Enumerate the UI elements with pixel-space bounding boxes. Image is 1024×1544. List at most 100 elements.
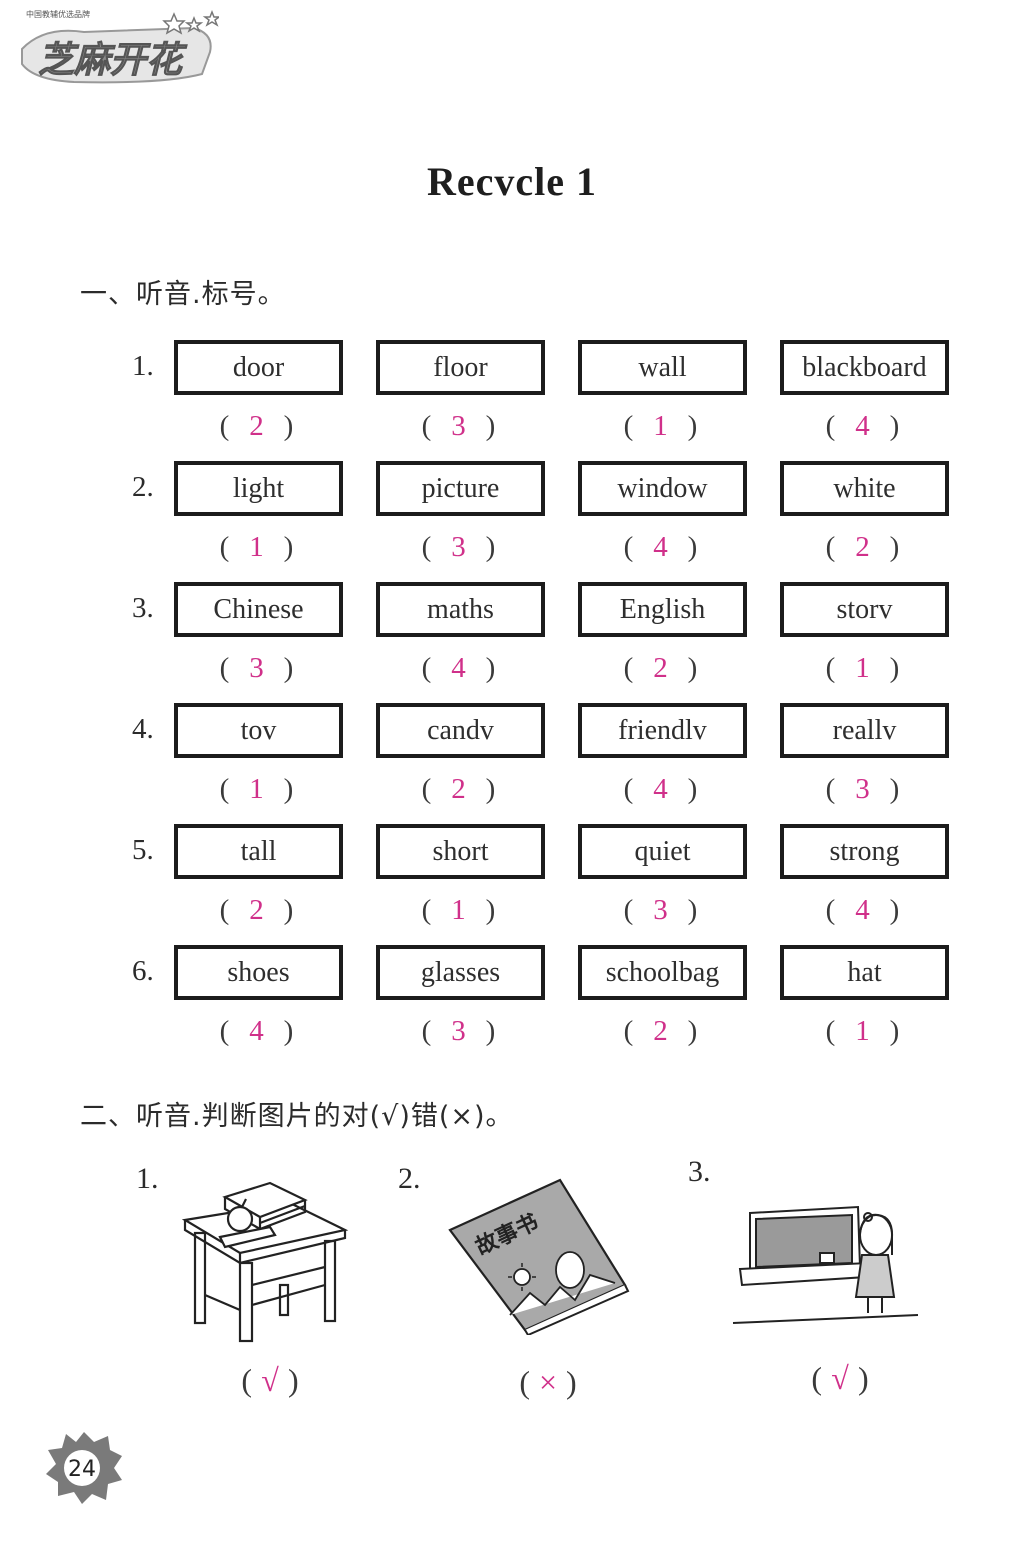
answer-number: 1 [249,773,264,805]
paren-open: ( [623,410,634,442]
answer-blank: (4) [778,894,947,927]
paren-open: ( [623,894,634,926]
answer-number: 2 [249,410,264,442]
answer-number: 2 [855,531,870,563]
word-box: glasses [376,945,545,1000]
paren-close: ) [283,652,294,684]
answer-blank: (3) [374,1015,543,1048]
answer-blank: (4) [576,531,745,564]
answer-blank: (2) [172,410,341,443]
answer-number: 4 [653,531,668,563]
paren-close: ) [889,1015,900,1047]
section2-heading: 二、听音.判断图片的对(√)错(×)。 [80,1101,514,1132]
paren-close: ) [687,894,698,926]
word-box: hat [780,945,949,1000]
answer-blank: (3) [576,894,745,927]
word-box: maths [376,582,545,637]
paren-open: ( [825,1015,836,1047]
picture-storybook: 故事书 [440,1175,630,1340]
paren-close: ) [687,410,698,442]
word-box: door [174,340,343,395]
paren-open: ( [825,531,836,563]
picture-girl-by-blackboard [728,1205,923,1335]
answer-blank: (3) [172,652,341,685]
paren-open: ( [421,410,432,442]
picture-3-number: 3. [688,1155,711,1188]
word-box: short [376,824,545,879]
answer-number: 4 [653,773,668,805]
word-box: shoes [174,945,343,1000]
answer-number: 4 [855,410,870,442]
paren-open: ( [825,894,836,926]
word-box: schoolbag [578,945,747,1000]
paren-close: ) [283,894,294,926]
paren-close: ) [485,894,496,926]
answer-blank: (4) [374,652,543,685]
answer-number: 1 [653,410,668,442]
paren-open: ( [421,531,432,563]
answer-number: 2 [653,652,668,684]
word-box: light [174,461,343,516]
answer-number: 4 [451,652,466,684]
answer-mark: √ [261,1362,279,1398]
paren-close: ) [687,1015,698,1047]
picture-2-number: 2. [398,1162,421,1195]
answer-blank: (1) [374,894,543,927]
picture-3-answer: (√) [811,1360,869,1396]
answer-blank: (1) [778,1015,947,1048]
answer-number: 2 [653,1015,668,1047]
paren-open: ( [623,652,634,684]
paren-close: ) [889,894,900,926]
paren-open: ( [219,652,230,684]
paren-open: ( [825,773,836,805]
answer-mark: × [538,1364,558,1400]
row-number: 1. [132,350,154,382]
word-box: floor [376,340,545,395]
paren-open: ( [421,894,432,926]
paren-close: ) [283,773,294,805]
answer-blank: (1) [172,773,341,806]
paren-close: ) [485,1015,496,1047]
answer-number: 2 [249,894,264,926]
answer-blank: (2) [576,1015,745,1048]
row-number: 2. [132,471,154,503]
row-number: 4. [132,713,154,745]
answer-number: 3 [653,894,668,926]
word-box: quiet [578,824,747,879]
answer-blank: (3) [374,531,543,564]
answer-number: 3 [451,1015,466,1047]
answer-number: 2 [451,773,466,805]
answer-number: 3 [451,410,466,442]
paren-close: ) [687,531,698,563]
section1-heading: 一、听音.标号。 [80,279,286,310]
word-box: picture [376,461,545,516]
answer-blank: (1) [778,652,947,685]
answer-blank: (2) [778,531,947,564]
answer-blank: (2) [172,894,341,927]
paren-close: ) [283,531,294,563]
paren-close: ) [687,652,698,684]
paren-close: ) [889,652,900,684]
brand-logo: 中国教辅优选品牌 芝麻开花 [14,4,222,88]
picture-desk-with-books [180,1175,350,1350]
picture-1-answer: (√) [241,1362,299,1398]
word-box: tall [174,824,343,879]
word-box: window [578,461,747,516]
answer-number: 3 [855,773,870,805]
word-box: tov [174,703,343,758]
logo-text: 芝麻开花 [38,40,188,81]
answer-number: 1 [451,894,466,926]
word-box: wall [578,340,747,395]
answer-blank: (2) [576,652,745,685]
word-box: blackboard [780,340,949,395]
answer-blank: (2) [374,773,543,806]
page-number-badge: 24 [44,1430,124,1506]
paren-open: ( [421,1015,432,1047]
paren-open: ( [219,773,230,805]
picture-1-number: 1. [136,1162,159,1195]
row-number: 5. [132,834,154,866]
paren-open: ( [623,1015,634,1047]
word-box: storv [780,582,949,637]
paren-open: ( [825,410,836,442]
answer-number: 3 [451,531,466,563]
